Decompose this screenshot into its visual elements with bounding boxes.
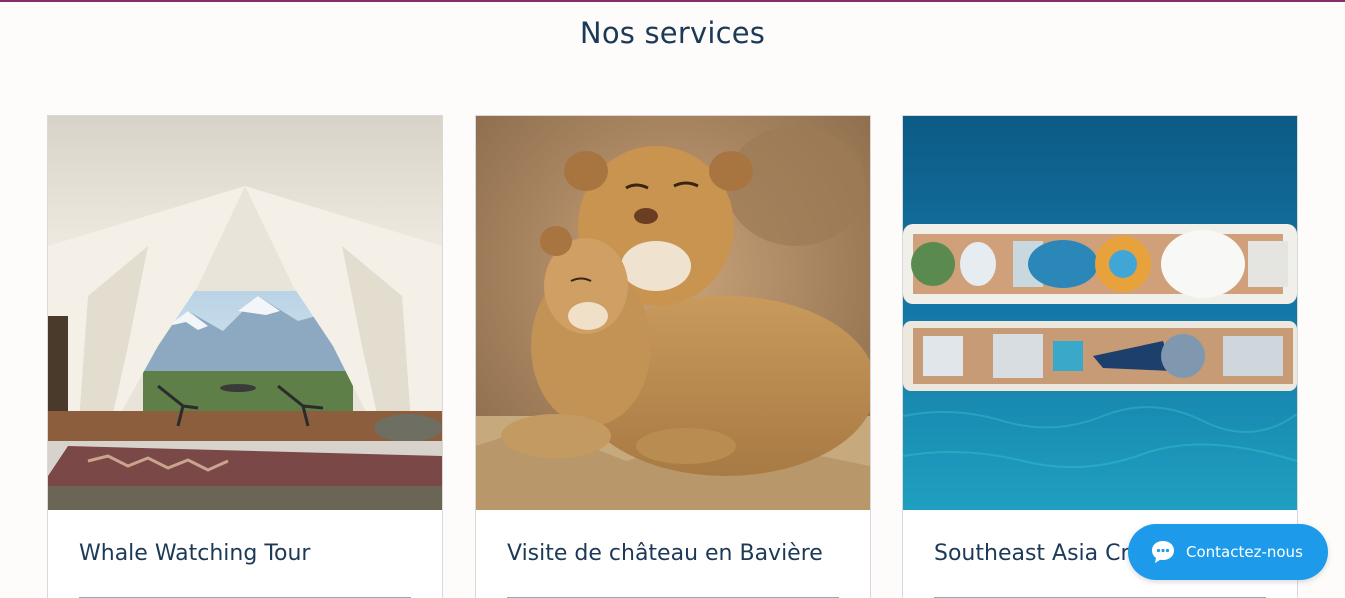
page-title: Nos services [579, 16, 766, 50]
chat-button-label: Contactez-nous [1186, 543, 1303, 561]
service-title[interactable]: Visite de château en Bavière [507, 541, 823, 566]
lioness-and-cub-image[interactable] [476, 116, 870, 510]
cruise-ship-aerial-image[interactable] [903, 116, 1297, 510]
service-card-chateau-baviere[interactable]: Visite de château en Bavière [475, 115, 871, 598]
contact-chat-button[interactable]: Contactez-nous [1128, 524, 1328, 580]
top-accent-line [0, 0, 1345, 2]
service-card-whale-watching[interactable]: Whale Watching Tour [47, 115, 443, 598]
service-title[interactable]: Whale Watching Tour [79, 541, 310, 566]
glamping-tent-image[interactable] [48, 116, 442, 510]
chat-bubble-icon [1150, 539, 1176, 565]
